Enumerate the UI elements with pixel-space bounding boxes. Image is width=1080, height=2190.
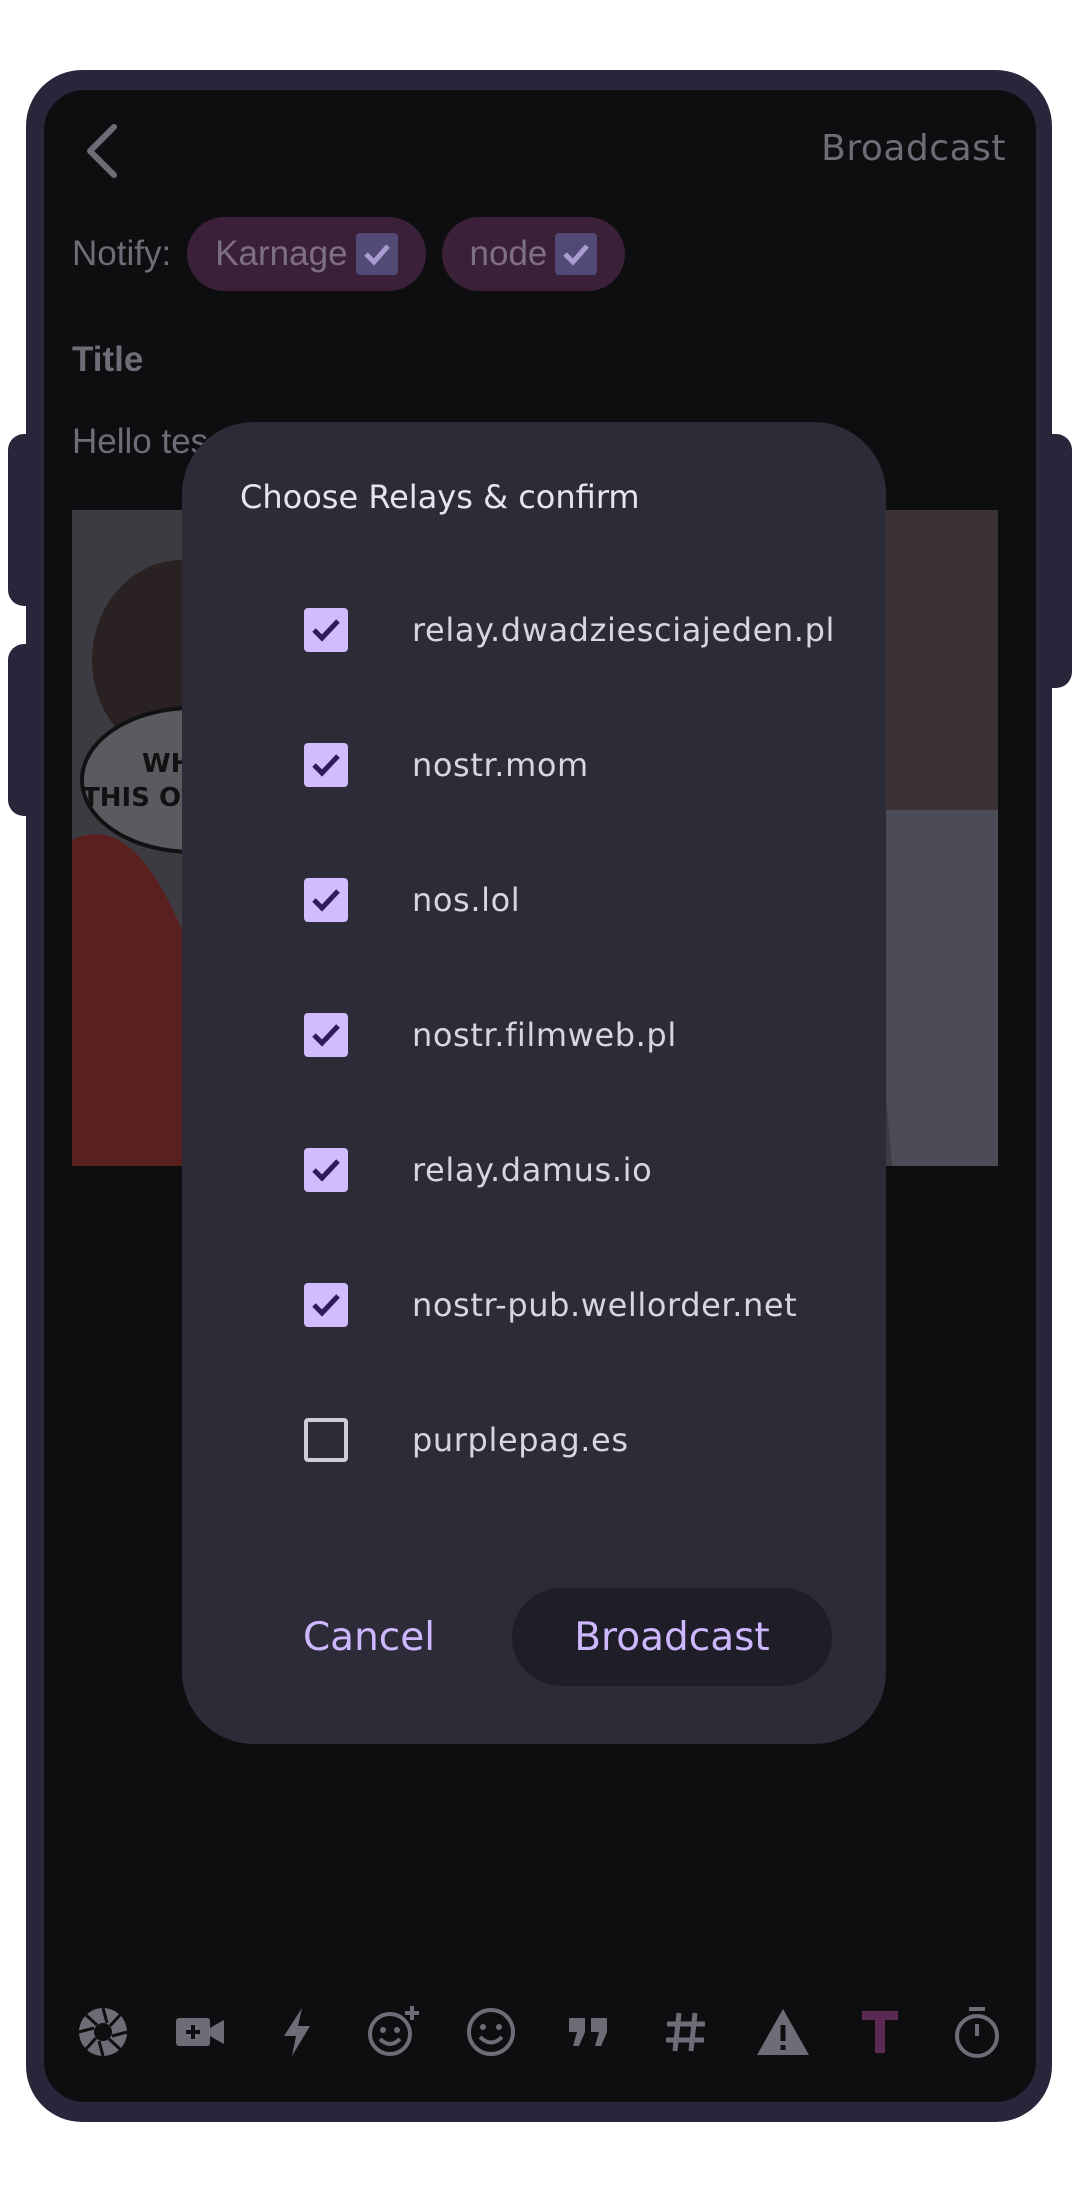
relay-item[interactable]: nostr.mom: [182, 697, 886, 832]
notify-row: Notify: Karnage node: [72, 216, 641, 292]
checkbox-checked[interactable]: [304, 1012, 348, 1057]
title-label: Title: [72, 340, 144, 379]
dialog-actions: Cancel Broadcast: [182, 1588, 886, 1686]
relay-url: purplepag.es: [412, 1420, 629, 1459]
relay-url: relay.dwadziesciajeden.pl: [412, 610, 835, 649]
cancel-button[interactable]: Cancel: [286, 1588, 452, 1686]
chip-label: Karnage: [215, 234, 348, 273]
notify-label: Notify:: [72, 234, 172, 273]
post-body-preview[interactable]: Hello tes: [72, 422, 208, 462]
quote-icon[interactable]: [554, 1997, 624, 2067]
broadcast-header-button[interactable]: Broadcast: [821, 128, 1006, 169]
checkbox-checked[interactable]: [304, 607, 348, 652]
checkbox-unchecked[interactable]: [304, 1417, 348, 1462]
notify-chip-node[interactable]: node: [441, 217, 626, 291]
checkbox-checked[interactable]: [304, 1282, 348, 1327]
svg-text:THIS O: THIS O: [82, 783, 181, 813]
check-icon: [555, 233, 598, 275]
back-arrow-icon[interactable]: [72, 116, 132, 186]
dialog-title: Choose Relays & confirm: [240, 478, 640, 516]
relay-item[interactable]: purplepag.es: [182, 1372, 886, 1507]
emoji-icon[interactable]: [456, 1997, 526, 2067]
relay-item[interactable]: nostr.filmweb.pl: [182, 967, 886, 1102]
checkbox-checked[interactable]: [304, 742, 348, 787]
relay-item[interactable]: relay.damus.io: [182, 1102, 886, 1237]
relay-url: nostr.mom: [412, 745, 589, 784]
check-icon: [355, 233, 398, 275]
choose-relays-dialog: Choose Relays & confirm relay.dwadziesci…: [182, 422, 886, 1744]
relay-url: nostr.filmweb.pl: [412, 1015, 677, 1054]
add-emoji-icon[interactable]: [359, 1997, 429, 2067]
editor-toolbar: [44, 1962, 1036, 2102]
lightning-icon[interactable]: [262, 1997, 332, 2067]
relay-url: nos.lol: [412, 880, 521, 919]
hashtag-icon[interactable]: [651, 1997, 721, 2067]
relay-item[interactable]: relay.dwadziesciajeden.pl: [182, 562, 886, 697]
relay-item[interactable]: nostr-pub.wellorder.net: [182, 1237, 886, 1372]
text-format-icon[interactable]: [845, 1997, 915, 2067]
video-add-icon[interactable]: [165, 1997, 235, 2067]
chip-label: node: [469, 234, 548, 273]
timer-icon[interactable]: [942, 1997, 1012, 2067]
camera-aperture-icon[interactable]: [68, 1997, 138, 2067]
relay-url: nostr-pub.wellorder.net: [412, 1285, 798, 1324]
notify-chip-karnage[interactable]: Karnage: [187, 217, 426, 291]
warning-icon[interactable]: [748, 1997, 818, 2067]
relay-url: relay.damus.io: [412, 1150, 653, 1189]
relay-item[interactable]: nos.lol: [182, 832, 886, 967]
checkbox-checked[interactable]: [304, 1147, 348, 1192]
relay-list: relay.dwadziesciajeden.pl nostr.mom nos.…: [182, 562, 886, 1507]
broadcast-button[interactable]: Broadcast: [512, 1588, 832, 1686]
checkbox-checked[interactable]: [304, 877, 348, 922]
